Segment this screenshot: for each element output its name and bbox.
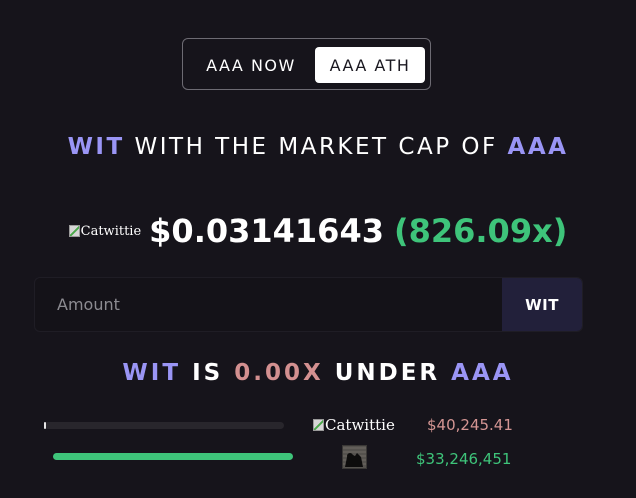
comparison-is: IS (192, 360, 224, 386)
comparison-heading: WIT IS 0.00X UNDER AAA (0, 360, 636, 386)
comparison-ratio: 0.00X (234, 360, 324, 386)
market-cap-bar-fill (53, 453, 293, 460)
comparison-token: WIT (122, 360, 182, 386)
toggle-aaa-ath[interactable]: AAA ATH (315, 47, 425, 83)
row-token-market-cap: $40,245.41 (427, 416, 513, 434)
row-token-alt: Catwittie (325, 416, 395, 434)
token-logo-image: Catwittie (68, 223, 142, 239)
target-token-image (342, 445, 367, 469)
market-cap-bar-track (53, 453, 293, 460)
broken-image-icon (313, 419, 324, 431)
market-cap-bar-track (44, 422, 284, 429)
heading-token: WIT (67, 134, 125, 160)
price-value: $0.03141643 (149, 212, 384, 250)
page: AAA NOW AAA ATH WIT WITH THE MARKET CAP … (0, 0, 636, 498)
row-token-image: Catwittie (313, 416, 395, 435)
price-row: Catwittie $0.03141643 (826.09x) (0, 212, 636, 250)
page-title: WIT WITH THE MARKET CAP OF AAA (0, 134, 636, 160)
comparison-target: AAA (451, 360, 514, 386)
market-cap-bar-fill (44, 422, 46, 429)
token-logo-image: Catwittie (313, 416, 395, 434)
heading-target: AAA (507, 134, 569, 160)
target-market-cap: $33,246,451 (416, 450, 512, 468)
toggle-aaa-now[interactable]: AAA NOW (191, 47, 311, 83)
token-logo-alt: Catwittie (80, 223, 142, 239)
heading-middle: WITH THE MARKET CAP OF (134, 134, 498, 160)
broken-image-icon (68, 225, 80, 237)
price-multiplier: (826.09x) (393, 212, 568, 250)
market-cap-toggle: AAA NOW AAA ATH (182, 38, 431, 90)
amount-unit-button[interactable]: WIT (502, 278, 582, 331)
amount-field-group: WIT (34, 277, 583, 332)
amount-input[interactable] (35, 278, 503, 331)
target-logo-icon (342, 445, 367, 469)
comparison-under: UNDER (334, 360, 441, 386)
